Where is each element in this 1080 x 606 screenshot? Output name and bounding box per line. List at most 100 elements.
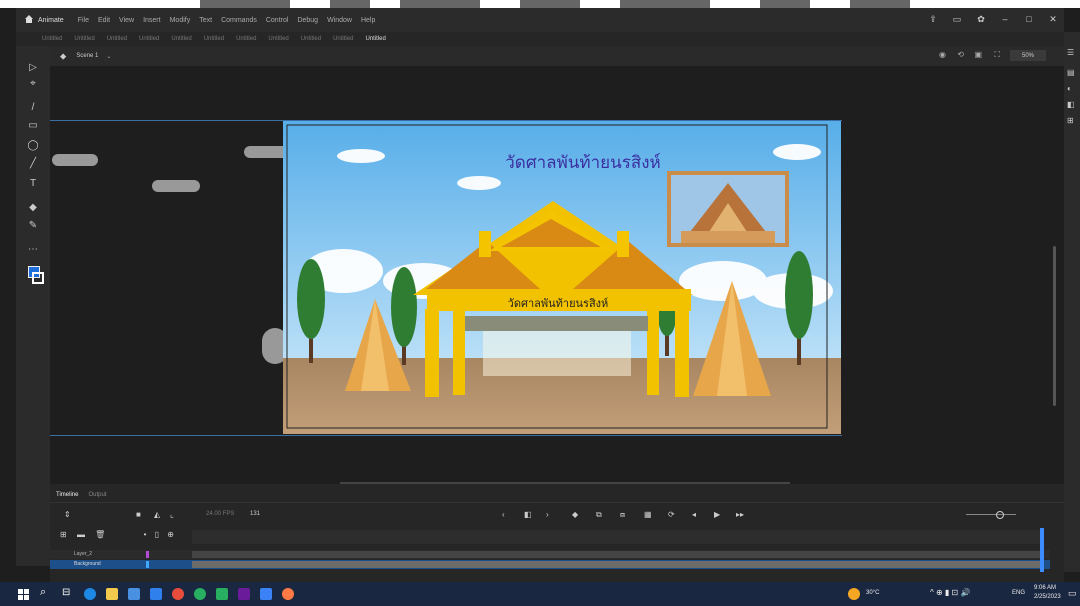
scene-label[interactable]: Scene 1 <box>76 53 98 59</box>
tab-document[interactable]: Untitled <box>198 36 230 42</box>
layer-row[interactable]: Layer_2 <box>50 550 1050 559</box>
prev-icon[interactable]: ‹ <box>502 510 505 519</box>
color-icon[interactable]: ◧ <box>1067 100 1075 109</box>
brush-tool-icon[interactable]: / <box>26 100 40 114</box>
home-icon[interactable] <box>24 14 34 24</box>
spotify-icon[interactable] <box>194 588 206 600</box>
minimize-icon[interactable]: – <box>998 12 1012 26</box>
tab-document[interactable]: Untitled <box>68 36 100 42</box>
step-forward-icon[interactable]: ▸▸ <box>736 510 744 519</box>
app-icon[interactable] <box>216 588 228 600</box>
scene-dropdown-icon[interactable]: ⌄ <box>106 53 111 60</box>
tab-output[interactable]: Output <box>88 492 106 498</box>
language-indicator[interactable]: ENG <box>1012 590 1025 596</box>
tab-document[interactable]: Untitled <box>36 36 68 42</box>
paint-bucket-icon[interactable]: ◆ <box>26 200 40 214</box>
menu-control[interactable]: Control <box>266 17 289 24</box>
delete-layer-icon[interactable]: 🗑 <box>95 530 105 539</box>
search-icon[interactable]: ⌕ <box>40 586 46 599</box>
layer-frames[interactable] <box>192 561 1042 568</box>
menu-debug[interactable]: Debug <box>297 17 318 24</box>
layer-options-icon[interactable]: ⇕ <box>64 510 71 519</box>
attach-layer-icon[interactable]: ⌞ <box>170 510 174 519</box>
chrome-icon[interactable] <box>172 588 184 600</box>
clock-date[interactable]: 2/25/2023 <box>1034 594 1061 600</box>
menu-modify[interactable]: Modify <box>170 17 191 24</box>
animate-icon[interactable] <box>238 588 250 600</box>
mail-icon[interactable] <box>150 588 162 600</box>
align-icon[interactable]: ⊞ <box>1067 116 1074 125</box>
keyframe-icon[interactable]: ◧ <box>524 510 532 519</box>
rotate-icon[interactable]: ⟲ <box>957 50 964 59</box>
assets-icon[interactable]: ◐ <box>1067 84 1072 93</box>
app-icon[interactable] <box>282 588 294 600</box>
edge-icon[interactable] <box>84 588 96 600</box>
maximize-icon[interactable]: □ <box>1022 12 1036 26</box>
snap-icon[interactable]: ◉ <box>939 50 946 59</box>
subselect-tool-icon[interactable]: ⌖ <box>26 76 40 90</box>
layer-frames[interactable] <box>192 551 1042 558</box>
vertical-scrollbar[interactable] <box>1053 246 1056 406</box>
center-icon[interactable]: ⛶ <box>994 50 1000 60</box>
workspace-icon[interactable]: ▭ <box>950 12 964 26</box>
stroke-color-swatch[interactable] <box>32 272 44 284</box>
tab-document[interactable]: Untitled <box>327 36 359 42</box>
layer-name[interactable]: Background <box>74 561 101 567</box>
properties-icon[interactable]: ☰ <box>1067 48 1074 57</box>
playhead[interactable] <box>1040 528 1044 572</box>
tab-document[interactable]: Untitled <box>101 36 133 42</box>
share-icon[interactable]: ⇪ <box>926 12 940 26</box>
file-explorer-icon[interactable] <box>106 588 118 600</box>
tray-icons[interactable]: ^ ⊕ ▮ ⊡ 🔊 <box>930 588 970 597</box>
layer-row-selected[interactable]: Background <box>50 560 1050 569</box>
text-tool-icon[interactable]: T <box>26 176 40 190</box>
tab-document[interactable]: Untitled <box>133 36 165 42</box>
line-tool-icon[interactable]: ╱ <box>26 156 40 170</box>
menu-commands[interactable]: Commands <box>221 17 257 24</box>
frame-number[interactable]: 131 <box>250 511 260 517</box>
fps-display[interactable]: 24.00 FPS <box>206 511 234 517</box>
timeline-zoom-knob[interactable] <box>996 511 1004 519</box>
new-layer-icon[interactable]: ⊞ <box>60 530 67 539</box>
new-folder-icon[interactable]: ▬ <box>77 530 85 539</box>
menu-text[interactable]: Text <box>199 17 212 24</box>
show-all-icon[interactable]: • <box>144 530 147 539</box>
layer-name[interactable]: Layer_2 <box>74 551 92 557</box>
task-view-icon[interactable]: ⊟ <box>62 587 70 598</box>
frame-ruler[interactable] <box>192 530 1042 544</box>
tab-document[interactable]: Untitled <box>295 36 327 42</box>
clip-icon[interactable]: ▣ <box>974 50 982 59</box>
step-back-icon[interactable]: ◂ <box>692 510 696 519</box>
lock-all-icon[interactable]: ▯ <box>155 530 159 539</box>
onion-outline-icon[interactable]: ⧈ <box>620 510 625 520</box>
menu-help[interactable]: Help <box>361 17 375 24</box>
notification-icon[interactable]: ▭ <box>1068 588 1077 599</box>
menu-edit[interactable]: Edit <box>98 17 110 24</box>
close-icon[interactable]: ✕ <box>1046 12 1060 26</box>
menu-view[interactable]: View <box>119 17 134 24</box>
library-icon[interactable]: ▤ <box>1067 68 1075 77</box>
onion-skin-icon[interactable]: ⧉ <box>596 510 602 520</box>
zoom-select[interactable]: 50% <box>1010 50 1046 61</box>
tab-timeline[interactable]: Timeline <box>56 492 78 498</box>
tab-document[interactable]: Untitled <box>262 36 294 42</box>
outline-all-icon[interactable]: ⊕ <box>167 530 174 539</box>
store-icon[interactable] <box>128 588 140 600</box>
scene-icon[interactable]: ⬥ <box>60 51 66 62</box>
loop-icon[interactable]: ⟳ <box>668 510 675 519</box>
insert-keyframe-icon[interactable]: ◆ <box>572 510 578 519</box>
settings-icon[interactable]: ✿ <box>974 12 988 26</box>
tab-document[interactable]: Untitled <box>230 36 262 42</box>
edit-multiple-icon[interactable]: ▦ <box>644 510 652 519</box>
timeline-zoom-slider[interactable] <box>966 514 1016 515</box>
menu-insert[interactable]: Insert <box>143 17 161 24</box>
next-icon[interactable]: › <box>546 510 549 519</box>
weather-icon[interactable] <box>848 588 860 600</box>
menu-file[interactable]: File <box>78 17 89 24</box>
selection-tool-icon[interactable]: ▷ <box>26 60 40 74</box>
layer-depth-icon[interactable]: ◭ <box>154 510 160 519</box>
windows-start-icon[interactable] <box>18 588 30 600</box>
tab-document-active[interactable]: Untitled <box>359 36 391 42</box>
oval-tool-icon[interactable]: ◯ <box>26 138 40 152</box>
menu-window[interactable]: Window <box>327 17 352 24</box>
